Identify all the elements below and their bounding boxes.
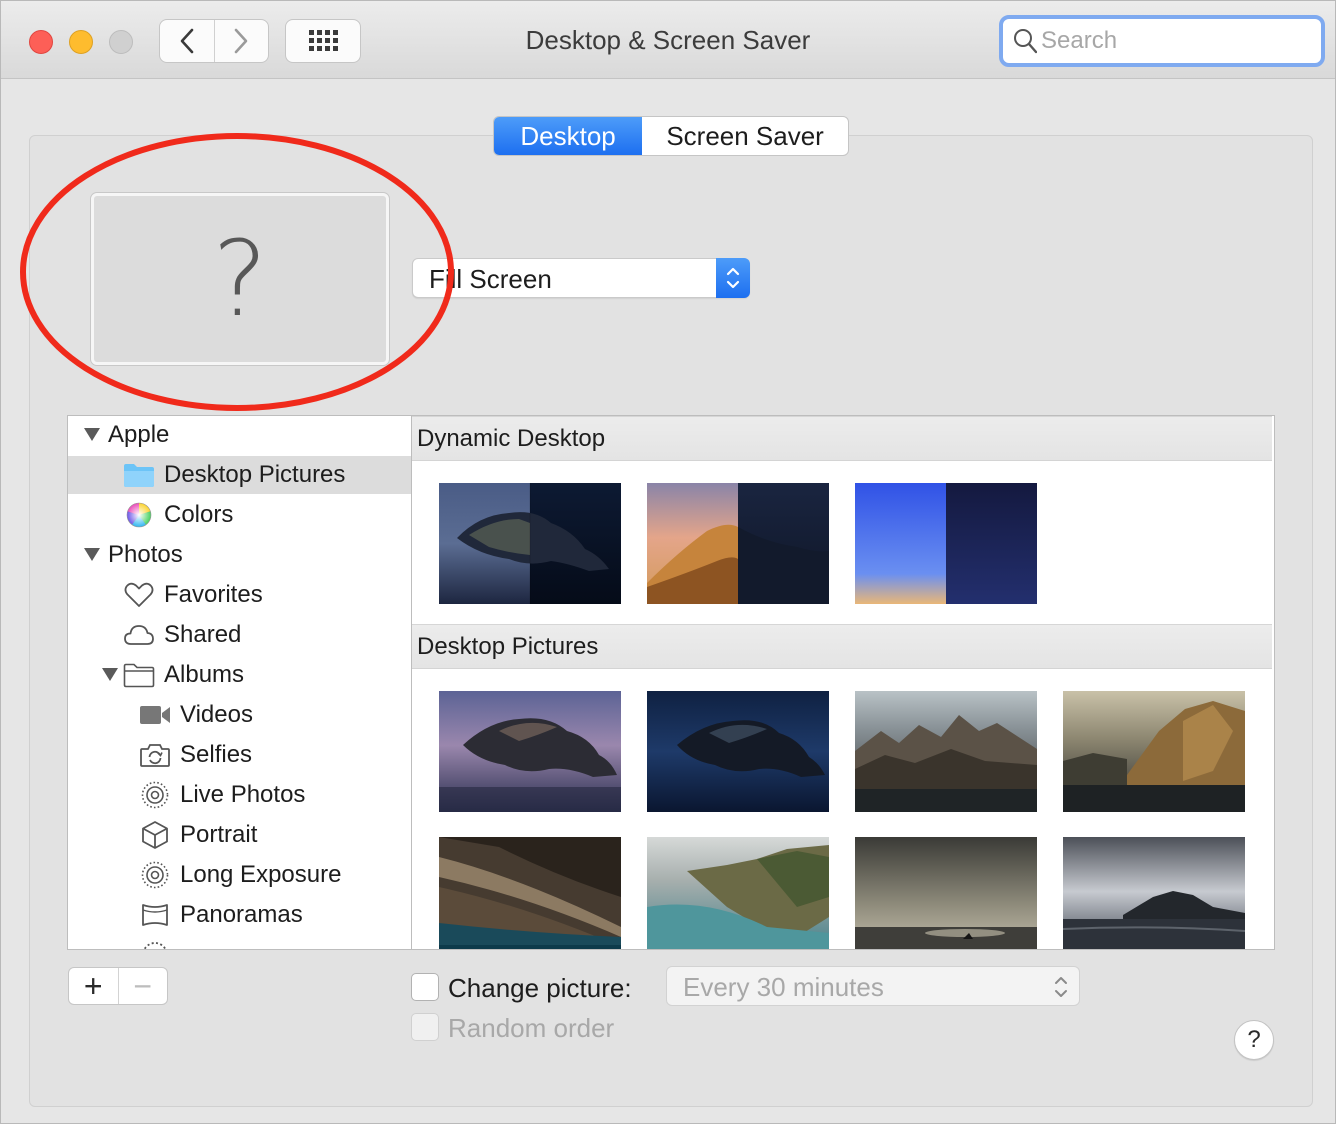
zoom-window-button[interactable] [109, 30, 133, 54]
wallpaper-thumbnail[interactable] [855, 483, 1037, 604]
random-order-checkbox[interactable] [411, 1013, 439, 1041]
source-sidebar: Apple Desktop Pictures Colors Photos Fav… [67, 415, 412, 950]
sidebar-label: Albums [164, 661, 245, 688]
fit-mode-value: Fill Screen [429, 264, 552, 294]
video-camera-icon [138, 700, 172, 730]
cloud-icon [122, 620, 156, 650]
timelapse-icon [138, 940, 172, 949]
wallpaper-thumbnail[interactable] [855, 691, 1037, 812]
wallpaper-thumbnail[interactable] [647, 691, 829, 812]
remove-folder-button[interactable]: − [117, 968, 168, 1004]
wallpaper-thumbnail[interactable] [647, 837, 829, 949]
tab-screen-saver[interactable]: Screen Saver [642, 117, 848, 155]
section-header-dynamic-desktop: Dynamic Desktop [412, 416, 1272, 461]
sidebar-label: Colors [164, 501, 234, 528]
sidebar-label: Favorites [164, 581, 263, 608]
grid-icon [309, 30, 338, 51]
chevron-left-icon [180, 28, 194, 54]
sidebar-label: Long Exposure [180, 861, 342, 888]
change-picture-checkbox[interactable] [411, 973, 439, 1001]
search-placeholder: Search [1041, 27, 1118, 54]
minimize-window-button[interactable] [69, 30, 93, 54]
random-order-label: Random order [448, 1013, 615, 1043]
wallpaper-thumbnail[interactable] [439, 837, 621, 949]
sidebar-label: Apple [108, 421, 170, 448]
sidebar-item-panoramas[interactable]: Panoramas [68, 896, 411, 934]
sidebar-item-apple[interactable]: Apple [68, 416, 411, 454]
sidebar-label: Portrait [180, 821, 258, 848]
sidebar-item-live-photos[interactable]: Live Photos [68, 776, 411, 814]
sidebar-item-portrait[interactable]: Portrait [68, 816, 411, 854]
wallpaper-thumbnail[interactable] [647, 483, 829, 604]
sidebar-label: Selfies [180, 741, 253, 768]
wallpaper-thumbnail[interactable] [1063, 837, 1245, 949]
sidebar-item-videos[interactable]: Videos [68, 696, 411, 734]
sidebar-label: Photos [108, 541, 183, 568]
close-window-button[interactable] [29, 30, 53, 54]
color-wheel-icon [122, 500, 156, 530]
disclosure-triangle-icon[interactable] [84, 428, 100, 441]
change-interval-select[interactable]: Every 30 minutes [666, 966, 1080, 1006]
sidebar-item-albums[interactable]: Albums [68, 656, 411, 694]
camera-rotate-icon [138, 740, 172, 770]
title-bar: Desktop & Screen Saver Search [1, 1, 1335, 79]
sidebar-label: Panoramas [180, 901, 303, 928]
sidebar-label: Desktop Pictures [164, 461, 346, 488]
add-folder-button[interactable]: + [69, 968, 118, 1004]
cube-icon [138, 820, 172, 850]
fit-mode-select[interactable]: Fill Screen [412, 258, 750, 298]
sidebar-label: Shared [164, 621, 242, 648]
change-picture-label: Change picture: [448, 973, 632, 1003]
select-arrows-icon [1055, 977, 1067, 997]
back-button[interactable] [160, 20, 214, 62]
help-button[interactable]: ? [1234, 1020, 1274, 1060]
tab-control: Desktop Screen Saver [493, 116, 849, 156]
show-all-button[interactable] [285, 19, 361, 63]
sidebar-label: Live Photos [180, 781, 306, 808]
picture-gallery: Dynamic Desktop Desktop Pictures [412, 415, 1275, 950]
change-interval-value: Every 30 minutes [683, 972, 884, 1002]
wallpaper-thumbnail[interactable] [439, 483, 621, 604]
forward-button[interactable] [213, 20, 269, 62]
sidebar-item-timelapse[interactable] [68, 936, 411, 949]
disclosure-triangle-icon[interactable] [102, 668, 118, 681]
search-icon [1014, 29, 1037, 54]
sidebar-label: Videos [180, 701, 253, 728]
section-header-desktop-pictures: Desktop Pictures [412, 624, 1272, 669]
tab-desktop[interactable]: Desktop [494, 117, 643, 155]
sidebar-item-desktop-pictures[interactable]: Desktop Pictures [68, 456, 411, 494]
navigation-buttons [159, 19, 269, 63]
wallpaper-thumbnail[interactable] [855, 837, 1037, 949]
sidebar-item-selfies[interactable]: Selfies [68, 736, 411, 774]
folder-icon [122, 660, 156, 690]
desktop-preview[interactable]: ? [91, 193, 389, 365]
wallpaper-thumbnail[interactable] [1063, 691, 1245, 812]
sidebar-item-long-exposure[interactable]: Long Exposure [68, 856, 411, 894]
preferences-window: Desktop & Screen Saver Search Desktop Sc… [0, 0, 1336, 1124]
sidebar-item-photos[interactable]: Photos [68, 536, 411, 574]
search-field[interactable]: Search [999, 15, 1325, 67]
long-exposure-icon [138, 860, 172, 890]
live-photo-icon [138, 780, 172, 810]
add-remove-control: + − [68, 967, 168, 1005]
panorama-icon [138, 900, 172, 930]
chevron-right-icon [234, 28, 248, 54]
folder-icon [122, 460, 156, 490]
disclosure-triangle-icon[interactable] [84, 548, 100, 561]
wallpaper-thumbnail[interactable] [439, 691, 621, 812]
heart-icon [122, 580, 156, 610]
sidebar-item-shared[interactable]: Shared [68, 616, 411, 654]
sidebar-item-colors[interactable]: Colors [68, 496, 411, 534]
sidebar-item-favorites[interactable]: Favorites [68, 576, 411, 614]
select-arrows-icon [716, 258, 750, 298]
question-mark-icon: ? [212, 218, 268, 340]
